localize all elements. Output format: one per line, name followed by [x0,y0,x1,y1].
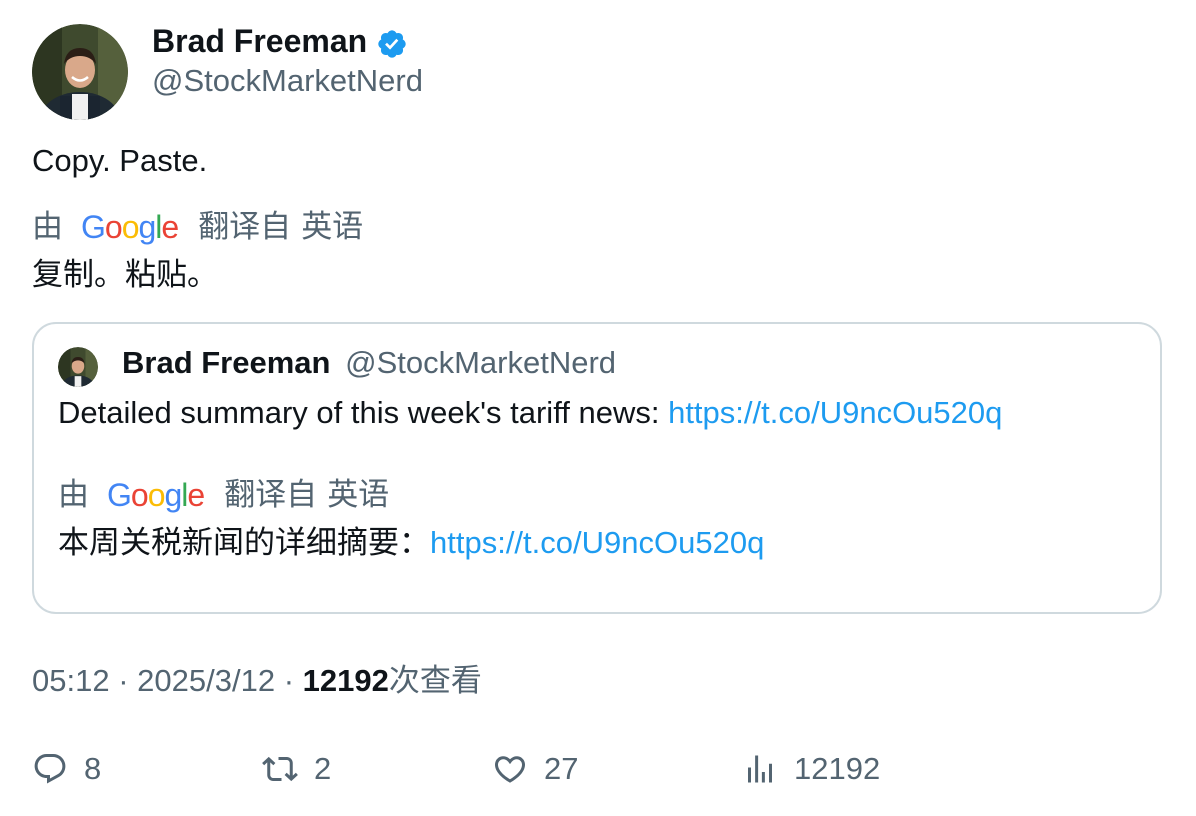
tweet-text: Copy. Paste. [32,143,208,178]
reply-count: 8 [84,751,102,786]
retweet-count: 2 [314,751,332,786]
translated-text: 复制。粘贴。 [32,257,218,292]
quoted-translation-by-label: 由 [58,477,89,512]
author-avatar[interactable] [32,24,128,120]
quoted-translated-text: 本周关税新闻的详细摘要：https://t.co/U9ncOu520q [58,524,764,562]
author-name[interactable]: Brad Freeman [152,22,367,60]
quoted-author-handle: @StockMarketNerd [345,345,617,380]
google-logo: Google [107,477,205,513]
translation-attribution: 由 Google 翻译自 英语 [32,208,363,246]
quoted-text-body: Detailed summary of this week's tariff n… [58,395,669,430]
translation-by-label: 由 [32,209,63,244]
quoted-translation-language: 英语 [327,477,390,512]
like-count: 27 [544,751,579,786]
reply-button[interactable]: 8 [32,750,101,788]
verified-badge-icon [378,30,406,58]
quoted-translation-from-label: 翻译自 [224,477,318,512]
quoted-translation-attribution: 由 Google 翻译自 英语 [58,476,389,514]
translation-language: 英语 [301,209,364,244]
views-button[interactable]: 12192 [742,750,880,788]
tweet-meta: 05:12 · 2025/3/12 · 12192次查看 [32,662,482,700]
views-count: 12192 [302,663,389,698]
quoted-tweet-text: Detailed summary of this week's tariff n… [58,394,1002,432]
quoted-author-avatar [58,347,98,387]
tweet-time[interactable]: 05:12 [32,663,110,698]
meta-separator: · [283,663,295,698]
quoted-translated-link[interactable]: https://t.co/U9ncOu520q [430,525,764,560]
retweet-arrows-icon [262,756,298,782]
tweet-date[interactable]: 2025/3/12 [137,663,275,698]
bar-chart-icon [748,755,772,783]
author-handle[interactable]: @StockMarketNerd [152,62,423,100]
quoted-author-name: Brad Freeman [122,345,331,380]
views-label: 次查看 [388,663,482,698]
views-action-count: 12192 [794,751,881,786]
translation-from-label: 翻译自 [198,209,292,244]
quoted-translated-body: 本周关税新闻的详细摘要： [58,525,430,560]
quoted-link[interactable]: https://t.co/U9ncOu520q [668,395,1002,430]
google-logo: Google [81,209,179,245]
quoted-author-header: Brad Freeman @StockMarketNerd [122,344,616,382]
like-button[interactable]: 27 [492,750,578,788]
retweet-button[interactable]: 2 [262,750,331,788]
meta-separator: · [118,663,129,698]
heart-icon [494,756,526,783]
speech-bubble-icon [34,754,66,784]
